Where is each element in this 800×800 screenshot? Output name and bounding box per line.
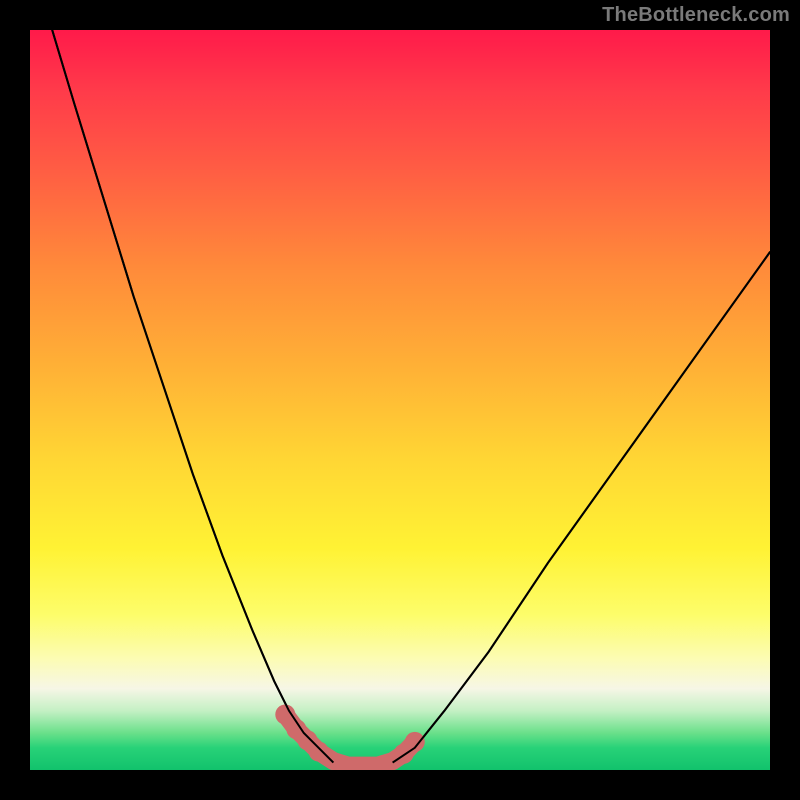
marker-dot (309, 742, 329, 762)
curve-right-curve (393, 252, 770, 763)
chart-frame: TheBottleneck.com (0, 0, 800, 800)
watermark-text: TheBottleneck.com (602, 4, 790, 27)
curve-left-curve (52, 30, 333, 763)
curve-layer (30, 30, 770, 770)
plot-area (30, 30, 770, 770)
curve-overlay-right-curve (393, 252, 770, 763)
curve-overlay-left-curve (52, 30, 333, 763)
